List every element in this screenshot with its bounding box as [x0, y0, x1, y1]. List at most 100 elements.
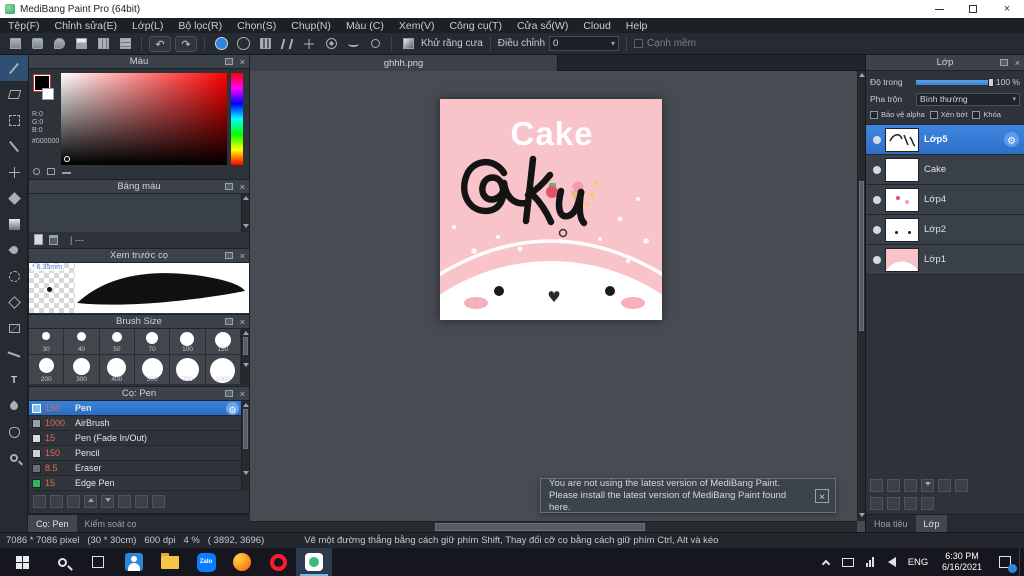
snap-settings-icon[interactable]	[366, 35, 384, 52]
hue-bar[interactable]	[231, 73, 243, 165]
tool-marquee-icon[interactable]	[0, 107, 28, 133]
menu-lop[interactable]: Lớp(L)	[132, 20, 163, 32]
transfer-layer-button[interactable]	[870, 497, 883, 510]
tool-polygon-icon[interactable]	[0, 289, 28, 315]
brush-item-airbrush[interactable]: 1000 AirBrush	[29, 416, 243, 431]
save-icon[interactable]	[28, 35, 46, 52]
import-brush-button[interactable]	[67, 495, 80, 508]
tool-text-icon[interactable]: T	[0, 367, 28, 393]
opacity-thumb[interactable]	[987, 77, 994, 87]
brush-settings-button[interactable]: ⚙	[226, 401, 239, 415]
tool-zoom-icon[interactable]	[0, 445, 28, 471]
menu-chup[interactable]: Chụp(N)	[291, 20, 331, 32]
start-button[interactable]	[0, 548, 44, 576]
menu-cong-cu[interactable]: Công cụ(T)	[449, 20, 502, 32]
tab-brush-control[interactable]: Kiểm soát cọ	[77, 515, 145, 533]
menu-chinh-sua[interactable]: Chỉnh sửa(E)	[55, 20, 117, 32]
size-option[interactable]: 700	[170, 355, 206, 385]
tab-layers[interactable]: Lớp	[915, 514, 948, 533]
new-folder-button[interactable]	[887, 479, 900, 492]
size-option[interactable]: 300	[64, 355, 100, 385]
action-center-button[interactable]	[991, 548, 1019, 576]
popout-icon[interactable]	[225, 252, 233, 259]
background-swatch[interactable]	[42, 88, 54, 100]
stencil-layer-button[interactable]	[921, 497, 934, 510]
palette-swatches[interactable]	[29, 194, 249, 232]
brush-item-edge-pen[interactable]: 15 Edge Pen	[29, 476, 243, 491]
popout-icon[interactable]	[225, 318, 233, 325]
brush-down-button[interactable]	[101, 495, 114, 508]
brush-item-pen-fade[interactable]: 15 Pen (Fade In/Out)	[29, 431, 243, 446]
opacity-slider[interactable]	[916, 77, 994, 87]
size-option[interactable]: 40	[64, 329, 100, 355]
canvas[interactable]: ♥ Cake	[351, 99, 751, 532]
canvas-vertical-scrollbar[interactable]	[857, 71, 865, 521]
visibility-icon[interactable]	[873, 165, 881, 174]
tool-brush-icon[interactable]	[0, 55, 28, 81]
close-icon[interactable]: ×	[240, 315, 245, 329]
add-brush-button[interactable]	[33, 495, 46, 508]
grid-icon[interactable]	[94, 35, 112, 52]
correction-dropdown[interactable]: 0 ▾	[549, 36, 620, 51]
table-icon[interactable]	[116, 35, 134, 52]
menu-help[interactable]: Help	[626, 20, 648, 32]
menu-mau[interactable]: Màu (C)	[346, 20, 384, 32]
menu-tep[interactable]: Tệp(F)	[8, 20, 40, 32]
palette-scrollbar[interactable]	[241, 194, 249, 232]
tool-gradient-icon[interactable]	[0, 211, 28, 237]
layer-row-lop4[interactable]: Lớp4	[866, 185, 1024, 215]
tray-monitor-icon[interactable]	[837, 548, 859, 576]
size-option[interactable]: 70	[134, 329, 171, 355]
tool-divide-icon[interactable]	[0, 315, 28, 341]
tool-lasso-icon[interactable]	[0, 263, 28, 289]
new-canvas-icon[interactable]	[6, 35, 24, 52]
size-option[interactable]: 200	[29, 355, 65, 385]
tool-eraser-icon[interactable]	[0, 81, 28, 107]
add-brush-folder-button[interactable]	[50, 495, 63, 508]
popout-icon[interactable]	[225, 58, 233, 65]
popout-icon[interactable]	[225, 390, 233, 397]
layer-settings-button[interactable]: ⚙	[1004, 132, 1019, 147]
layer-row-lop1[interactable]: Lớp1	[866, 245, 1024, 275]
tray-language[interactable]: ENG	[903, 548, 933, 576]
search-button[interactable]	[44, 548, 80, 576]
soft-edge-checkbox[interactable]	[634, 39, 644, 48]
tray-volume-icon[interactable]	[881, 548, 903, 576]
tool-move-icon[interactable]	[0, 159, 28, 185]
tray-chevron-icon[interactable]	[815, 548, 837, 576]
minimize-button[interactable]	[922, 0, 956, 18]
size-option[interactable]: 100	[170, 329, 206, 355]
snap-parallel-icon[interactable]	[278, 35, 296, 52]
tool-select-pen-icon[interactable]	[0, 237, 28, 263]
note-icon[interactable]	[72, 35, 90, 52]
brush-up-button[interactable]	[84, 495, 97, 508]
snap-radial-icon[interactable]	[322, 35, 340, 52]
close-icon[interactable]: ×	[240, 55, 245, 69]
new-layer-button[interactable]	[870, 479, 883, 492]
taskbar-zalo-icon[interactable]: Zalo	[188, 548, 224, 576]
tool-eyedropper-icon[interactable]	[0, 393, 28, 419]
layer-row-lop5[interactable]: Lớp5 ⚙	[866, 125, 1024, 155]
blend-dropdown[interactable]: Bình thường ▾	[916, 92, 1020, 106]
smooth-brush-icon[interactable]	[212, 35, 230, 52]
tab-brush[interactable]: Cọ: Pen	[28, 514, 77, 533]
layer-row-lop2[interactable]: Lớp2	[866, 215, 1024, 245]
close-icon[interactable]: ×	[240, 180, 245, 194]
brush-item-pencil[interactable]: 150 Pencil	[29, 446, 243, 461]
brush-item-pen[interactable]: 150 Pen ⚙	[29, 401, 243, 416]
add-swatch-icon[interactable]	[34, 234, 43, 245]
tab-navigator[interactable]: Hoa tiêu	[866, 515, 916, 533]
brush-size-scrollbar[interactable]	[241, 329, 249, 385]
taskbar-people-icon[interactable]	[116, 548, 152, 576]
lock-checkbox[interactable]	[972, 110, 981, 119]
snap-cross-icon[interactable]	[300, 35, 318, 52]
menu-chon[interactable]: Chọn(S)	[237, 20, 276, 32]
size-option[interactable]: 1000	[205, 355, 241, 385]
taskbar-medibang-icon[interactable]	[296, 548, 332, 576]
size-option[interactable]: 500	[134, 355, 171, 385]
visibility-icon[interactable]	[873, 195, 881, 204]
close-icon[interactable]: ×	[240, 387, 245, 401]
snap-grid-icon[interactable]	[256, 35, 274, 52]
taskbar-opera-icon[interactable]	[260, 548, 296, 576]
comment-icon[interactable]	[50, 35, 68, 52]
